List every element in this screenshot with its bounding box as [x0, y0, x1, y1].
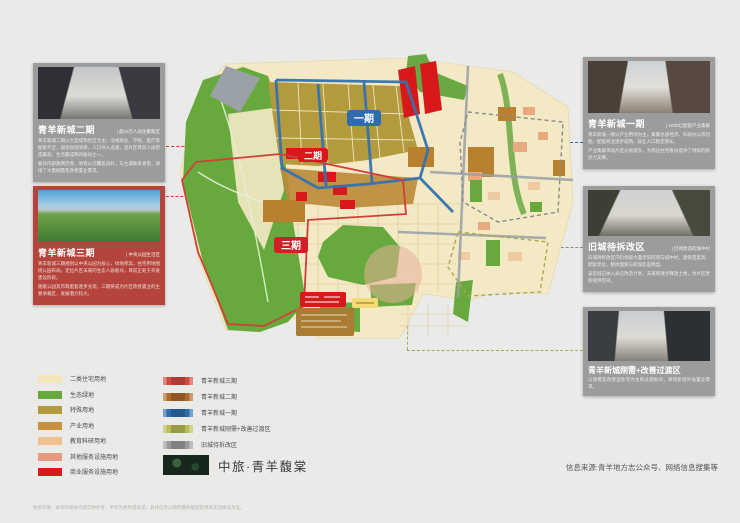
card-phase2: 青羊新城二期 | 超20万人居住聚集区 青羊新城二期以大型成熟社区为主，沿线商业… — [33, 63, 165, 182]
legend-label: 特殊用地 — [70, 405, 94, 414]
legend-swatch — [163, 393, 193, 401]
legend-label: 青羊新城二期 — [201, 392, 237, 401]
legend-label: 旧城待拆改区 — [201, 440, 237, 449]
phase2-label: 二期 — [304, 150, 322, 161]
card-subtitle: | 1000亿配套产业集群 — [666, 123, 710, 129]
card-phase3: 青羊新城三期 | 中央公园生活区 青羊新城三期规划以中央公园为核心，绿地率高，住… — [33, 186, 165, 305]
card-transition: 青羊新城刚需+改善过渡区 以刚需及改善型住宅为主的过渡板块，承接新城外溢置业需求… — [583, 307, 715, 396]
card-paragraph: 该区域已纳入拆迁改造计划，未来将逐步释放土地，为片区更新提供空间。 — [588, 271, 710, 285]
planning-map: 一期 二期 三期 — [168, 52, 580, 344]
legend-label: 其他服务设施用地 — [70, 452, 118, 461]
legend-item-commercial: 商业服务设施用地 — [38, 467, 118, 476]
phase1-label: 一期 — [354, 112, 374, 125]
legend-item-oldtown: 旧城待拆改区 — [163, 440, 237, 449]
card-paragraph: 旧城待拆改区内仍保留大量老旧院落与城中村，建筑密度高、配套老化，整体面貌与新城反… — [588, 255, 710, 269]
card-paragraph: 随着公园及市政配套逐步兑现，三期将成为片区改善置业的主要承载区，发展潜力较大。 — [38, 284, 160, 298]
card-phase1: 青羊新城一期 | 1000亿配套产业集群 青羊新城一期以产业用地为主，集聚总部经… — [583, 57, 715, 169]
card-header: 青羊新城刚需+改善过渡区 — [588, 365, 710, 376]
card-header: 旧城待拆改区 | 仍待改造的城中村 — [588, 240, 710, 253]
legend-label: 青羊新城刚需+改善过渡区 — [201, 424, 271, 433]
card-paragraph: 以刚需及改善型住宅为主的过渡板块，承接新城外溢置业需求。 — [588, 377, 710, 391]
legend-swatch — [38, 453, 62, 461]
card-title: 旧城待拆改区 — [588, 240, 645, 253]
planning-map-svg: 一期 二期 三期 — [168, 52, 580, 344]
phase1-photo — [588, 61, 710, 113]
legend-label: 教育科研用地 — [70, 436, 106, 445]
legend-item-phase3: 青羊新城三期 — [163, 376, 237, 385]
legend-swatch — [163, 377, 193, 385]
card-paragraph: 青羊新城三期规划以中央公园为核心，绿地率高，住宅用地围绕公园布局，定位片区未来的… — [38, 261, 160, 282]
card-paragraph: 青羊新城一期以产业用地为主，集聚总部经济、科研办公等功能，配套商业逐步成熟，就业… — [588, 132, 710, 146]
legend-swatch — [38, 406, 62, 414]
legend-item-phase1: 青羊新城一期 — [163, 408, 237, 417]
phase3-label: 三期 — [281, 239, 301, 252]
legend-swatch — [163, 409, 193, 417]
card-title: 青羊新城刚需+改善过渡区 — [588, 365, 681, 376]
legend-item-residential: 二类住宅用地 — [38, 374, 106, 383]
card-title: 青羊新城二期 — [38, 123, 95, 136]
legend-swatch — [163, 425, 193, 433]
oldtown-photo — [588, 190, 710, 236]
legend-item-special: 特殊用地 — [38, 405, 94, 414]
legend-label: 生态绿地 — [70, 390, 94, 399]
legend-swatch — [38, 375, 62, 383]
legend-label: 青羊新城三期 — [201, 376, 237, 385]
phase2-photo — [38, 67, 160, 119]
card-header: 青羊新城二期 | 超20万人居住聚集区 — [38, 123, 160, 136]
card-paragraph: 板块内部路网完善，地铁公交覆盖良好，与主城联系紧密，承接了大量刚需及改善置业需求… — [38, 161, 160, 175]
card-header: 青羊新城一期 | 1000亿配套产业集群 — [588, 117, 710, 130]
card-subtitle: | 中央公园生活区 — [126, 252, 160, 258]
legend-item-services: 其他服务设施用地 — [38, 452, 118, 461]
legend-swatch — [38, 468, 62, 476]
legend-label: 二类住宅用地 — [70, 374, 106, 383]
legend-swatch — [38, 391, 62, 399]
card-subtitle: | 超20万人居住聚集区 — [117, 129, 160, 135]
card-title: 青羊新城三期 — [38, 246, 95, 259]
legend-label: 青羊新城一期 — [201, 408, 237, 417]
phase3-photo — [38, 190, 160, 242]
legend-swatch — [163, 441, 193, 449]
card-oldtown: 旧城待拆改区 | 仍待改造的城中村 旧城待拆改区内仍保留大量老旧院落与城中村，建… — [583, 186, 715, 292]
card-paragraph: 产业集群带动片区价值提升，为周边住宅板块提供了持续的购买力支撑。 — [588, 148, 710, 162]
legend-swatch — [38, 422, 62, 430]
transition-photo — [588, 311, 710, 361]
brand-logo-image — [163, 455, 209, 475]
legend-item-transition: 青羊新城刚需+改善过渡区 — [163, 424, 271, 433]
card-subtitle: | 仍待改造的城中村 — [672, 246, 710, 252]
legend-item-industry: 产业用地 — [38, 421, 94, 430]
legend-swatch — [38, 437, 62, 445]
legend-item-green: 生态绿地 — [38, 390, 94, 399]
brand-logo-text: 中旅·青羊馥棠 — [218, 456, 308, 475]
map-pink-circle — [364, 245, 422, 303]
card-paragraph: 青羊新城二期以大型成熟社区为主，沿线商业、学校、医疗等配套齐全，居住氛围浓厚，人… — [38, 138, 160, 159]
map-green-southeast — [453, 280, 473, 322]
legend-label: 商业服务设施用地 — [70, 467, 118, 476]
connector-transition-hline — [407, 350, 583, 351]
planning-poster: 青羊新城二期 | 超20万人居住聚集区 青羊新城二期以大型成熟社区为主，沿线商业… — [0, 0, 740, 523]
source-note: 信息来源:青羊地方志公众号、网络信息搜集等 — [566, 462, 718, 473]
card-header: 青羊新城三期 | 中央公园生活区 — [38, 246, 160, 259]
legend-label: 产业用地 — [70, 421, 94, 430]
legend-item-education: 教育科研用地 — [38, 436, 106, 445]
card-title: 青羊新城一期 — [588, 117, 645, 130]
disclaimer-note: 免责声明：本资料相关内容仅供参考，不作为要约或承诺，具体信息以政府最终规划及项目… — [33, 505, 245, 511]
legend-item-phase2: 青羊新城二期 — [163, 392, 237, 401]
